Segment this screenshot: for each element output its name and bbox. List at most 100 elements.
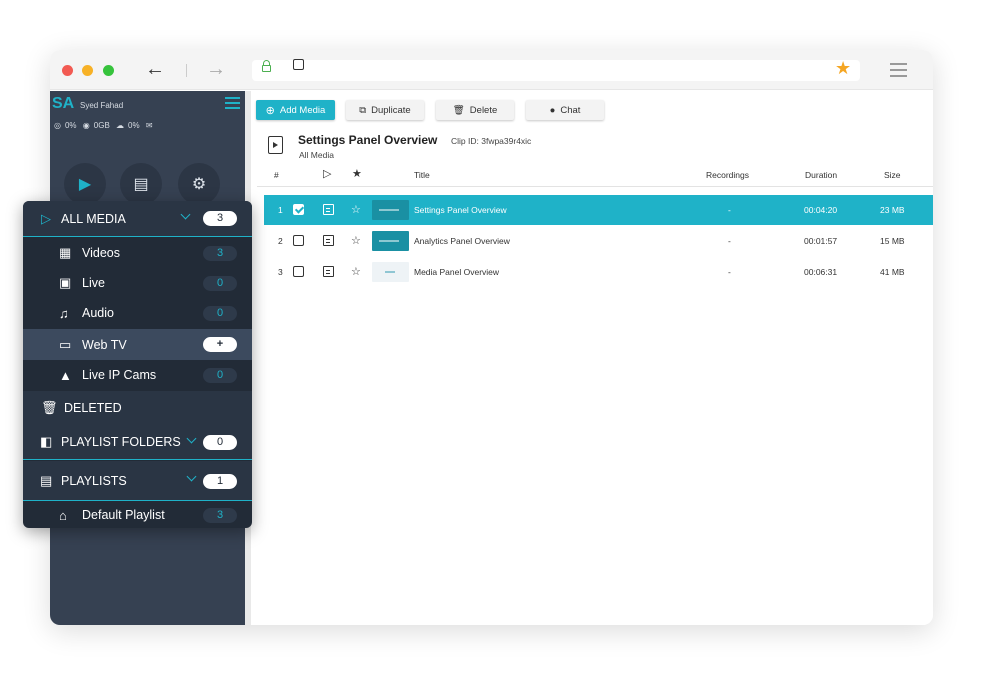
close-window-dot[interactable] <box>62 65 73 76</box>
chevron-down-icon[interactable] <box>186 433 197 444</box>
playlist-folders-count: 0 <box>203 435 237 450</box>
video-thumbnail[interactable] <box>372 262 409 282</box>
chevron-down-icon[interactable] <box>186 471 197 482</box>
table-row[interactable]: 3 ☆ Media Panel Overview - 00:06:31 41 M… <box>264 257 933 287</box>
favorite-star-icon: ★ <box>352 168 362 180</box>
film-icon <box>323 204 334 215</box>
video-camera-icon: ▣ <box>59 275 72 290</box>
home-icon: ⌂ <box>59 507 67 523</box>
browser-titlebar: ← → ★ <box>50 50 933 90</box>
live-count: 0 <box>203 276 237 291</box>
menu-deleted[interactable]: 🗑 DELETED <box>23 391 252 424</box>
settings-nav-button[interactable]: ⚙ <box>178 163 220 205</box>
plus-circle-icon: ⊕ <box>265 104 275 117</box>
row-checkbox[interactable] <box>293 204 304 215</box>
row-title[interactable]: Settings Panel Overview <box>414 205 507 215</box>
cloud-icon: ☁ <box>116 121 125 130</box>
back-arrow-icon[interactable]: ← <box>145 58 165 81</box>
add-web-tv-button[interactable]: + <box>203 337 237 352</box>
column-title[interactable]: Title <box>414 170 430 180</box>
column-recordings[interactable]: Recordings <box>706 170 749 180</box>
avatar[interactable]: SA <box>52 95 74 113</box>
play-usage-icon: ◎ <box>54 121 61 130</box>
audio-label: Audio <box>82 306 114 320</box>
music-note-icon: ♫ <box>59 305 69 321</box>
menu-playlists[interactable]: ▤ PLAYLISTS 1 <box>23 461 252 500</box>
bookmark-star-icon[interactable]: ★ <box>835 58 851 79</box>
web-tv-label: Web TV <box>82 337 127 352</box>
add-media-label: Add Media <box>279 104 326 116</box>
menu-all-media[interactable]: ▷ ALL MEDIA 3 <box>23 201 252 236</box>
minimize-window-dot[interactable] <box>82 65 93 76</box>
film-icon <box>323 266 334 277</box>
bandwidth-value: 0% <box>128 121 140 130</box>
gear-icon: ⚙ <box>191 176 207 193</box>
sidebar-menu-icon[interactable] <box>225 97 240 112</box>
film-icon: ▦ <box>59 245 72 260</box>
row-title[interactable]: Analytics Panel Overview <box>414 236 510 246</box>
menu-default-playlist[interactable]: ⌂ Default Playlist 3 <box>23 501 252 528</box>
breadcrumb: All Media <box>299 150 334 160</box>
row-size: 41 MB <box>880 267 905 277</box>
lock-icon <box>262 60 271 72</box>
playlist-folders-label: PLAYLIST FOLDERS <box>61 434 181 449</box>
star-outline-icon[interactable]: ☆ <box>351 203 361 216</box>
clip-id: Clip ID: 3fwpa39r4xic <box>451 136 532 146</box>
menu-playlist-folders[interactable]: ◧ PLAYLIST FOLDERS 0 <box>23 424 252 459</box>
chevron-down-icon[interactable] <box>180 209 191 220</box>
videos-count: 3 <box>203 246 237 261</box>
column-size[interactable]: Size <box>884 170 901 180</box>
row-checkbox[interactable] <box>293 266 304 277</box>
delete-label: Delete <box>469 104 498 116</box>
row-number: 2 <box>278 236 283 246</box>
menu-item-live[interactable]: ▣ Live 0 <box>23 268 252 298</box>
table-row[interactable]: 1 ☆ Settings Panel Overview - 00:04:20 2… <box>264 195 933 225</box>
forward-arrow-icon[interactable]: → <box>206 58 226 81</box>
storage-value: 0GB <box>93 121 110 130</box>
playlist-icon: ▤ <box>40 472 53 488</box>
all-media-label: ALL MEDIA <box>61 211 126 226</box>
menu-item-live-ip-cams[interactable]: ▲ Live IP Cams 0 <box>23 360 252 390</box>
column-duration[interactable]: Duration <box>805 170 837 180</box>
row-title[interactable]: Media Panel Overview <box>414 267 499 277</box>
row-recordings: - <box>728 205 731 215</box>
mail-icon[interactable]: ✉ <box>146 121 153 130</box>
menu-divider <box>23 236 252 237</box>
maximize-window-dot[interactable] <box>103 65 114 76</box>
row-number: 1 <box>278 205 283 215</box>
row-duration: 00:04:20 <box>804 205 838 215</box>
default-playlist-count: 3 <box>203 508 237 523</box>
duplicate-button[interactable]: ⧉ Duplicate <box>346 100 424 120</box>
row-size: 15 MB <box>880 236 905 246</box>
media-file-icon <box>268 136 283 154</box>
live-ip-cams-count: 0 <box>203 368 237 383</box>
row-duration: 00:01:57 <box>804 236 838 246</box>
row-number: 3 <box>278 267 283 277</box>
star-outline-icon[interactable]: ☆ <box>351 234 361 247</box>
all-media-count: 3 <box>203 211 237 226</box>
add-media-button[interactable]: ⊕ Add Media <box>256 100 335 120</box>
audio-count: 0 <box>203 306 237 321</box>
playlists-count: 1 <box>203 474 237 489</box>
star-outline-icon[interactable]: ☆ <box>351 265 361 278</box>
delete-button[interactable]: 🗑 Delete <box>436 100 514 120</box>
table-row[interactable]: 2 ☆ Analytics Panel Overview - 00:01:57 … <box>264 226 933 256</box>
file-type-icon: ▷ <box>323 168 332 180</box>
address-bar[interactable] <box>252 60 860 81</box>
duplicate-label: Duplicate <box>371 104 411 116</box>
menu-item-videos[interactable]: ▦ Videos 3 <box>23 238 252 268</box>
menu-item-web-tv[interactable]: ▭ Web TV + <box>23 329 252 360</box>
menu-item-audio[interactable]: ♫ Audio 0 <box>23 298 252 328</box>
analytics-nav-button[interactable]: ▤ <box>120 163 162 205</box>
video-thumbnail[interactable] <box>372 200 409 220</box>
username: Syed Fahad <box>80 101 124 110</box>
select-all-checkbox[interactable] <box>293 59 304 70</box>
live-ip-cams-label: Live IP Cams <box>82 368 157 382</box>
row-recordings: - <box>728 236 731 246</box>
media-nav-button[interactable]: ▶ <box>64 163 106 205</box>
browser-menu-icon[interactable] <box>890 63 907 81</box>
chat-label: Chat <box>560 104 581 116</box>
chat-button[interactable]: ● Chat <box>526 100 604 120</box>
row-checkbox[interactable] <box>293 235 304 246</box>
video-thumbnail[interactable] <box>372 231 409 251</box>
